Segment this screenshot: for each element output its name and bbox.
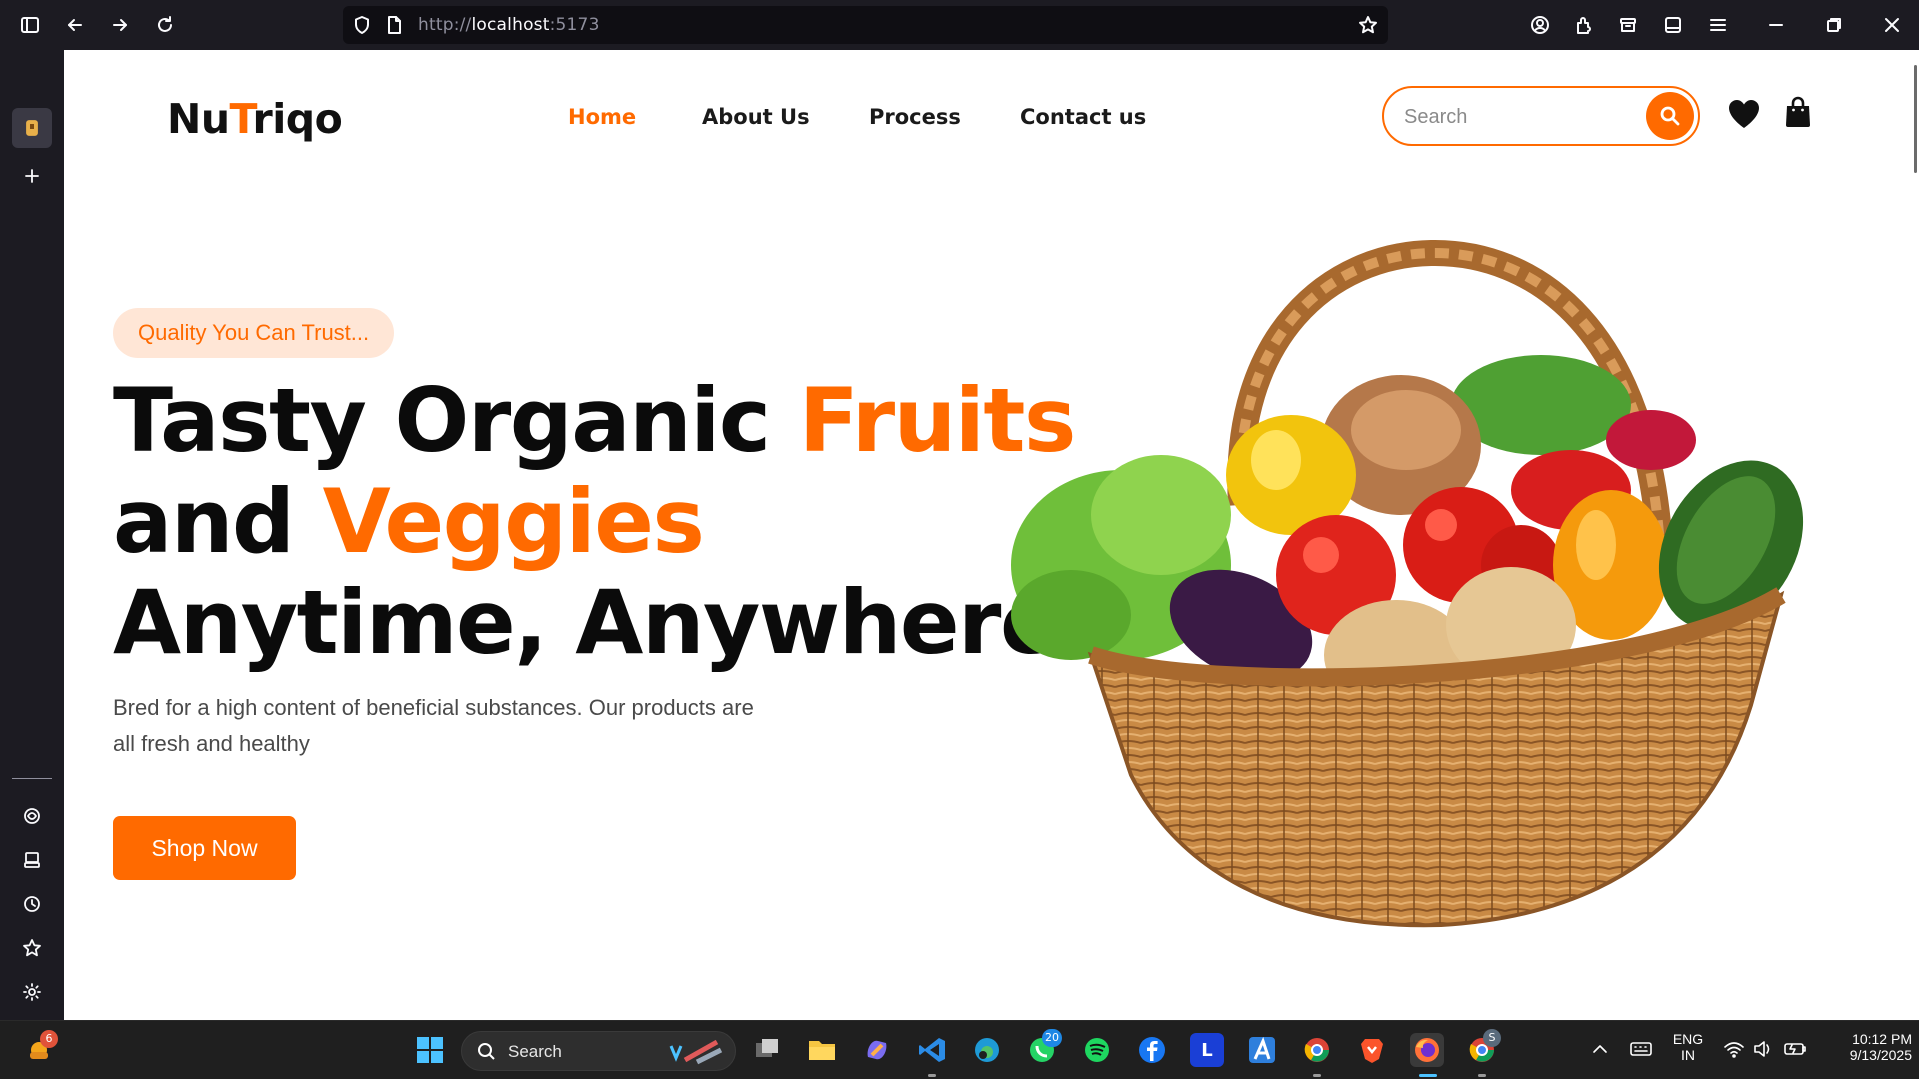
chrome-profile-icon[interactable] [1300, 1033, 1334, 1067]
reload-icon[interactable] [152, 12, 178, 38]
heart-icon[interactable] [1727, 98, 1761, 130]
page-scrollbar[interactable] [1914, 65, 1917, 173]
close-icon[interactable] [1879, 12, 1905, 38]
whatsapp-badge: 20 [1042, 1029, 1062, 1047]
wifi-icon[interactable] [1723, 1039, 1745, 1063]
bookmark-star-icon[interactable] [1355, 12, 1381, 38]
language-indicator[interactable]: ENG IN [1668, 1031, 1708, 1063]
facebook-icon[interactable] [1135, 1033, 1169, 1067]
windows-start-icon[interactable] [413, 1033, 447, 1067]
history-icon[interactable] [19, 891, 45, 917]
windows-taskbar: 6 Search 20 L S ENG IN 10:12 PM 9/13/202… [0, 1020, 1919, 1079]
search-button[interactable] [1646, 92, 1694, 140]
taskbar-search-label: Search [508, 1042, 562, 1061]
browser-sidebar [0, 50, 64, 1020]
new-tab-icon[interactable] [19, 163, 45, 189]
hero-description: Bred for a high content of beneficial su… [113, 695, 754, 756]
copilot-icon[interactable] [860, 1033, 894, 1067]
back-icon[interactable] [62, 12, 88, 38]
search-input[interactable] [1402, 102, 1636, 132]
headline-text: Tasty Organic [113, 369, 799, 472]
brave-icon[interactable] [1355, 1033, 1389, 1067]
search-icon [1660, 106, 1680, 126]
letter-l-app-icon[interactable]: L [1190, 1033, 1224, 1067]
restore-icon[interactable] [1821, 12, 1847, 38]
forward-icon[interactable] [107, 12, 133, 38]
shield-icon[interactable] [349, 12, 375, 38]
chrome-profile-badge: S [1483, 1029, 1501, 1047]
url-text[interactable]: http://localhost:5173 [418, 15, 600, 35]
task-view-icon[interactable] [750, 1033, 784, 1067]
reader-view-icon[interactable] [1660, 12, 1686, 38]
minimize-icon[interactable] [1763, 12, 1789, 38]
file-explorer-icon[interactable] [805, 1033, 839, 1067]
clock[interactable]: 10:12 PM 9/13/2025 [1812, 1031, 1912, 1063]
account-icon[interactable] [1527, 12, 1553, 38]
nav-contact-us[interactable]: Contact us [1020, 105, 1146, 129]
spotify-icon[interactable] [1080, 1033, 1114, 1067]
bookmarks-icon[interactable] [19, 935, 45, 961]
menu-icon[interactable] [1705, 12, 1731, 38]
volume-icon[interactable] [1752, 1039, 1774, 1063]
browser-toolbar: http://localhost:5173 [0, 0, 1919, 50]
weather-badge: 6 [40, 1030, 58, 1048]
azure-icon[interactable] [1245, 1033, 1279, 1067]
ai-chatbot-icon[interactable] [19, 803, 45, 829]
search-icon [478, 1043, 495, 1060]
settings-gear-icon[interactable] [19, 979, 45, 1005]
vscode-icon[interactable] [915, 1033, 949, 1067]
sidebar-divider [12, 778, 52, 779]
nav-home[interactable]: Home [568, 105, 636, 129]
edge-icon[interactable] [970, 1033, 1004, 1067]
headline-text: and [113, 470, 323, 573]
site-logo[interactable]: NuTriqo [167, 95, 343, 143]
extensions-icon[interactable] [1571, 12, 1597, 38]
page-icon[interactable] [381, 12, 407, 38]
tagline-badge: Quality You Can Trust... [113, 308, 395, 358]
firefox-icon[interactable] [1410, 1033, 1444, 1067]
hero-headline: Tasty Organic Fruits and Veggies Anytime… [113, 369, 1076, 674]
synced-tabs-icon[interactable] [19, 847, 45, 873]
page-viewport: NuTriqo Home About Us Process Contact us… [64, 50, 1919, 1020]
chevron-up-icon[interactable] [1590, 1039, 1610, 1063]
nav-about-us[interactable]: About Us [702, 105, 810, 129]
headline-text: Anytime, Anywhere [113, 571, 1060, 674]
tab-favicon-icon[interactable] [19, 115, 45, 141]
archive-icon[interactable] [1615, 12, 1641, 38]
search-box [1382, 86, 1700, 146]
search-highlight-icon [669, 1039, 723, 1065]
nav-process[interactable]: Process [869, 105, 961, 129]
taskbar-search[interactable]: Search [461, 1031, 736, 1071]
shop-now-button[interactable]: Shop Now [113, 816, 296, 880]
sidebar-toggle-icon[interactable] [17, 12, 43, 38]
address-bar[interactable]: http://localhost:5173 [343, 6, 1388, 44]
keyboard-icon[interactable] [1630, 1039, 1652, 1063]
battery-icon[interactable] [1783, 1039, 1807, 1063]
shopping-bag-icon[interactable] [1784, 96, 1812, 128]
headline-accent-veggies: Veggies [322, 470, 705, 573]
vegetable-basket-image [1011, 239, 1804, 928]
